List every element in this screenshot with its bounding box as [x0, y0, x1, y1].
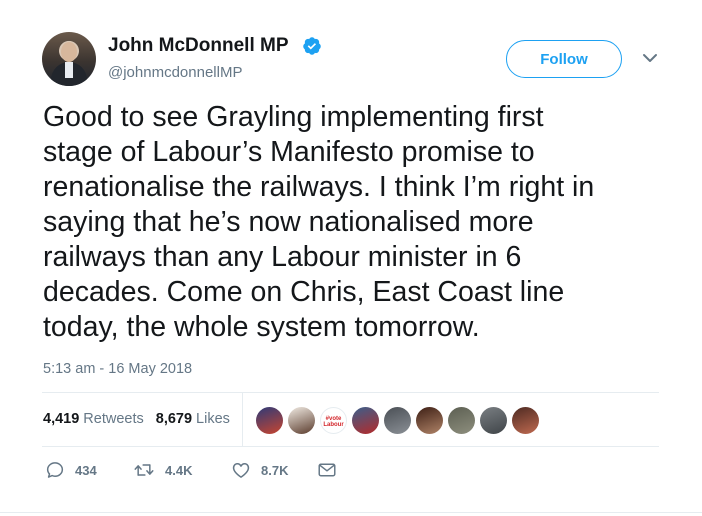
stats-separator: [242, 392, 243, 446]
retweets-stat[interactable]: 4,419 Retweets: [43, 411, 144, 427]
liker-avatar[interactable]: [256, 407, 283, 434]
author-handle[interactable]: @johnmcdonnellMP: [108, 64, 242, 81]
liker-avatar[interactable]: [416, 407, 443, 434]
retweet-icon: [134, 464, 154, 476]
author-avatar[interactable]: [42, 32, 96, 86]
avatar-shirt: [65, 62, 73, 78]
tweet-actions: 434 4.4K 8.7K: [45, 460, 337, 480]
reply-icon: [46, 462, 64, 478]
envelope-icon: [318, 463, 336, 477]
like-count: 8.7K: [261, 462, 289, 478]
retweet-count: 4.4K: [165, 462, 193, 478]
direct-message-button[interactable]: [317, 461, 337, 479]
tweet-card: John McDonnell MP @johnmcdonnellMP Follo…: [0, 0, 702, 516]
heart-icon: [232, 463, 250, 478]
reply-count: 434: [75, 462, 97, 478]
divider-top: [42, 392, 659, 393]
liker-avatar[interactable]: [384, 407, 411, 434]
avatar-face: [61, 42, 77, 62]
follow-button[interactable]: Follow: [506, 40, 622, 78]
liker-avatar[interactable]: [512, 407, 539, 434]
liker-avatar[interactable]: [288, 407, 315, 434]
tweet-timestamp[interactable]: 5:13 am - 16 May 2018: [43, 361, 192, 377]
liker-avatars: #vote Labour: [256, 407, 539, 434]
liker-avatar-text: #vote Labour: [323, 416, 344, 428]
engagement-stats: 4,419 Retweets 8,679 Likes: [43, 411, 230, 427]
retweet-button[interactable]: 4.4K: [133, 460, 231, 480]
divider-bottom: [42, 446, 659, 447]
retweets-label: Retweets: [83, 411, 144, 427]
retweets-count: 4,419: [43, 411, 80, 427]
liker-avatar[interactable]: [352, 407, 379, 434]
liker-avatar[interactable]: [480, 407, 507, 434]
liker-avatar[interactable]: [448, 407, 475, 434]
author-name[interactable]: John McDonnell MP: [108, 35, 289, 57]
likes-count: 8,679: [155, 411, 193, 427]
reply-button[interactable]: 434: [45, 460, 133, 480]
divider-footer: [0, 512, 702, 513]
tweet-text: Good to see Grayling implementing first …: [43, 101, 595, 343]
liker-avatar[interactable]: #vote Labour: [320, 407, 347, 434]
like-button[interactable]: 8.7K: [231, 460, 317, 480]
likes-stat[interactable]: 8,679 Likes: [156, 411, 230, 427]
chevron-down-icon[interactable]: [640, 50, 660, 66]
verified-badge-icon: [303, 37, 321, 55]
likes-label: Likes: [196, 411, 230, 427]
